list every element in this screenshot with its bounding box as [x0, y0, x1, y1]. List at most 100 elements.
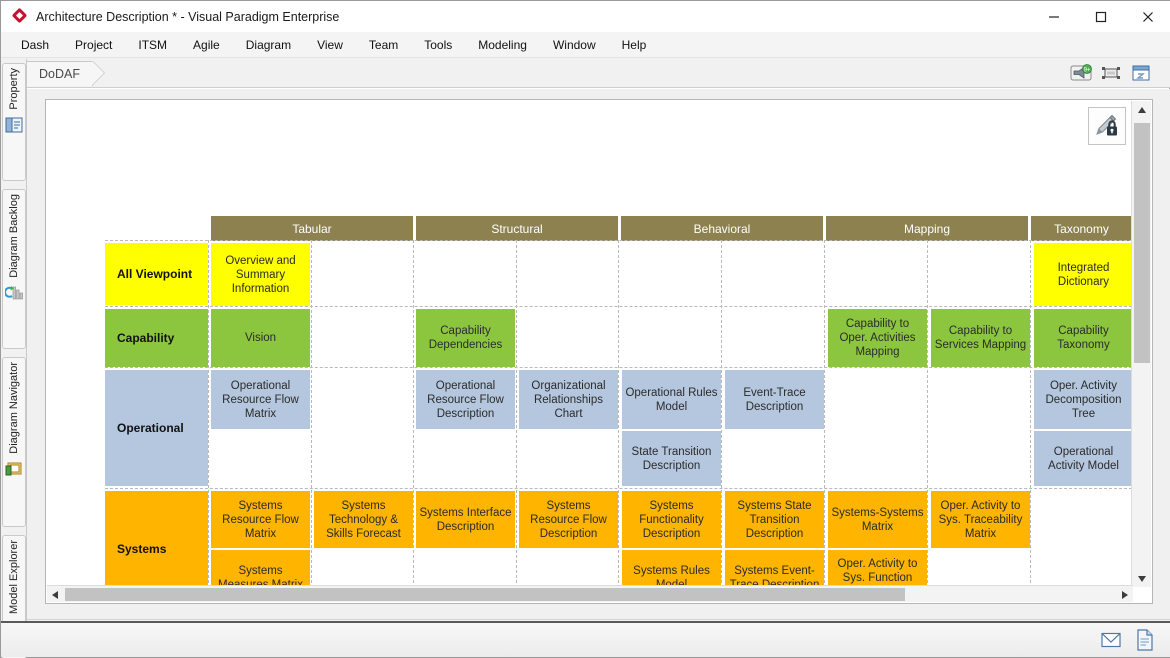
matrix-cell[interactable]: State Transition Description	[622, 431, 721, 486]
menu-item-agile[interactable]: Agile	[180, 35, 233, 55]
pencil-lock-readonly-icon[interactable]	[1088, 107, 1126, 145]
matrix-cell[interactable]: Systems Measures Matrix	[211, 550, 310, 587]
matrix-cell[interactable]: Systems Technology & Skills Forecast	[314, 491, 413, 548]
matrix-cell-label: Systems-Systems Matrix	[831, 506, 924, 534]
matrix-viewport: TabularStructuralBehavioralMapping Taxono…	[47, 101, 1133, 587]
column-header-taxonomy[interactable]: Taxonomy	[1031, 216, 1133, 241]
column-divider	[618, 240, 619, 587]
dock-item-label: Diagram Navigator	[8, 358, 20, 460]
matrix-cell[interactable]: Systems State Transition Description	[725, 491, 824, 548]
dock-item-property[interactable]: Property	[2, 63, 26, 181]
row-label-all-viewpoint[interactable]: All Viewpoint	[105, 243, 208, 305]
column-header-behavioral[interactable]: Behavioral	[621, 216, 825, 241]
horizontal-scrollbar[interactable]	[47, 585, 1133, 602]
menu-item-tools[interactable]: Tools	[411, 35, 465, 55]
matrix-cell[interactable]: Event-Trace Description	[725, 370, 824, 429]
column-header-tabular[interactable]: Tabular	[211, 216, 415, 241]
matrix-cell[interactable]: Oper. Activity Decomposition Tree	[1034, 370, 1133, 429]
matrix-cell-label: Capability Taxonomy	[1037, 324, 1130, 352]
maximize-button[interactable]	[1077, 1, 1124, 32]
matrix-cell-label: Capability to Oper. Activities Mapping	[831, 317, 924, 359]
row-label-capability[interactable]: Capability	[105, 309, 208, 367]
matrix-cell-label: Capability Dependencies	[419, 324, 512, 352]
matrix-cell[interactable]: Vision	[211, 309, 310, 367]
matrix-cell[interactable]: Integrated Dictionary	[1034, 243, 1133, 306]
matrix-cell-label: State Transition Description	[625, 445, 718, 473]
matrix-cell[interactable]: Operational Resource Flow Matrix	[211, 370, 310, 429]
menu-item-window[interactable]: Window	[540, 35, 609, 55]
vertical-scrollbar[interactable]	[1131, 101, 1151, 587]
matrix-cell[interactable]: Capability to Services Mapping	[931, 309, 1030, 367]
dock-item-diagram-backlog[interactable]: Diagram Backlog	[2, 189, 26, 349]
close-button[interactable]	[1124, 1, 1170, 32]
menu-item-modeling[interactable]: Modeling	[465, 35, 540, 55]
column-divider	[516, 240, 517, 587]
column-divider	[1030, 240, 1031, 587]
row-divider	[105, 240, 1133, 241]
matrix-cell[interactable]: Systems Functionality Description	[622, 491, 721, 548]
left-dock-panel: Property Diagram Backlog Diagram Navigator…	[1, 59, 27, 621]
row-label-systems[interactable]: Systems	[105, 491, 208, 587]
scroll-up-arrow-icon[interactable]	[1132, 101, 1152, 118]
column-header-mapping[interactable]: Mapping	[826, 216, 1030, 241]
matrix-cell-label: Operational Rules Model	[625, 386, 718, 414]
vertical-scrollbar-thumb[interactable]	[1134, 123, 1150, 363]
application-window: Architecture Description * - Visual Para…	[0, 0, 1170, 658]
matrix-cell-label: Systems Technology & Skills Forecast	[317, 499, 410, 541]
matrix-cell[interactable]: Capability Taxonomy	[1034, 309, 1133, 367]
horizontal-scrollbar-thumb[interactable]	[65, 588, 905, 601]
scroll-down-arrow-icon[interactable]	[1132, 570, 1152, 587]
matrix-cell[interactable]: Oper. Activity to Sys. Traceability Matr…	[931, 491, 1030, 548]
fit-to-screen-icon[interactable]	[1099, 62, 1123, 84]
row-label-text: All Viewpoint	[117, 267, 192, 281]
message-envelope-icon[interactable]	[1101, 629, 1121, 651]
matrix-cell-label: Systems State Transition Description	[728, 499, 821, 541]
row-divider	[105, 488, 1133, 489]
matrix-cell[interactable]: Organizational Relationships Chart	[519, 370, 618, 429]
matrix-cell[interactable]: Operational Activity Model	[1034, 431, 1133, 486]
column-header-label: Taxonomy	[1054, 222, 1109, 236]
row-divider	[105, 306, 1133, 307]
status-bar	[1, 621, 1170, 657]
matrix-cell[interactable]: Systems Interface Description	[416, 491, 515, 548]
menu-item-project[interactable]: Project	[62, 35, 125, 55]
document-note-icon[interactable]	[1135, 629, 1155, 651]
matrix-cell[interactable]: Capability Dependencies	[416, 309, 515, 367]
matrix-cell[interactable]: Systems Event-Trace Description	[725, 550, 824, 587]
matrix-cell[interactable]: Capability to Oper. Activities Mapping	[828, 309, 927, 367]
row-label-text: Capability	[117, 331, 174, 345]
dock-item-label: Diagram Backlog	[8, 190, 20, 284]
minimize-button[interactable]	[1030, 1, 1077, 32]
matrix-cell[interactable]: Systems Rules Model	[622, 550, 721, 587]
matrix-cell[interactable]: Systems Resource Flow Matrix	[211, 491, 310, 548]
matrix-cell[interactable]: Systems-Systems Matrix	[828, 491, 927, 548]
announcement-megaphone-icon[interactable]: 9+	[1069, 62, 1093, 84]
dock-item-label: Model Explorer	[8, 536, 20, 620]
menu-item-team[interactable]: Team	[356, 35, 411, 55]
matrix-cell[interactable]: Oper. Activity to Sys. Function Traceabi…	[828, 550, 927, 587]
diagram-canvas[interactable]: TabularStructuralBehavioralMapping Taxono…	[45, 99, 1153, 604]
menu-item-help[interactable]: Help	[609, 35, 660, 55]
row-label-operational[interactable]: Operational	[105, 370, 208, 486]
menu-item-itsm[interactable]: ITSM	[125, 35, 180, 55]
matrix-cell-label: Systems Measures Matrix	[214, 564, 307, 587]
matrix-cell[interactable]: Overview and Summary Information	[211, 243, 310, 306]
column-header-structural[interactable]: Structural	[416, 216, 620, 241]
scroll-left-arrow-icon[interactable]	[47, 586, 63, 603]
matrix-cell-label: Oper. Activity Decomposition Tree	[1037, 379, 1130, 421]
tab-dodaf[interactable]: DoDAF	[26, 61, 93, 86]
matrix-cell[interactable]: Operational Rules Model	[622, 370, 721, 429]
matrix-cell[interactable]: Operational Resource Flow Description	[416, 370, 515, 429]
scroll-right-arrow-icon[interactable]	[1117, 586, 1133, 603]
matrix-cell-label: Oper. Activity to Sys. Traceability Matr…	[934, 499, 1027, 541]
work-area: TabularStructuralBehavioralMapping Taxono…	[27, 89, 1170, 621]
dock-item-diagram-navigator[interactable]: Diagram Navigator	[2, 357, 26, 527]
matrix-cell-label: Operational Activity Model	[1037, 445, 1130, 473]
menu-item-view[interactable]: View	[304, 35, 356, 55]
menu-item-diagram[interactable]: Diagram	[233, 35, 304, 55]
panel-layout-icon[interactable]	[1129, 62, 1153, 84]
matrix-cell-label: Systems Functionality Description	[625, 499, 718, 541]
menu-item-dash[interactable]: Dash	[8, 35, 62, 55]
matrix-cell[interactable]: Systems Resource Flow Description	[519, 491, 618, 548]
backlog-chart-icon	[5, 284, 23, 302]
